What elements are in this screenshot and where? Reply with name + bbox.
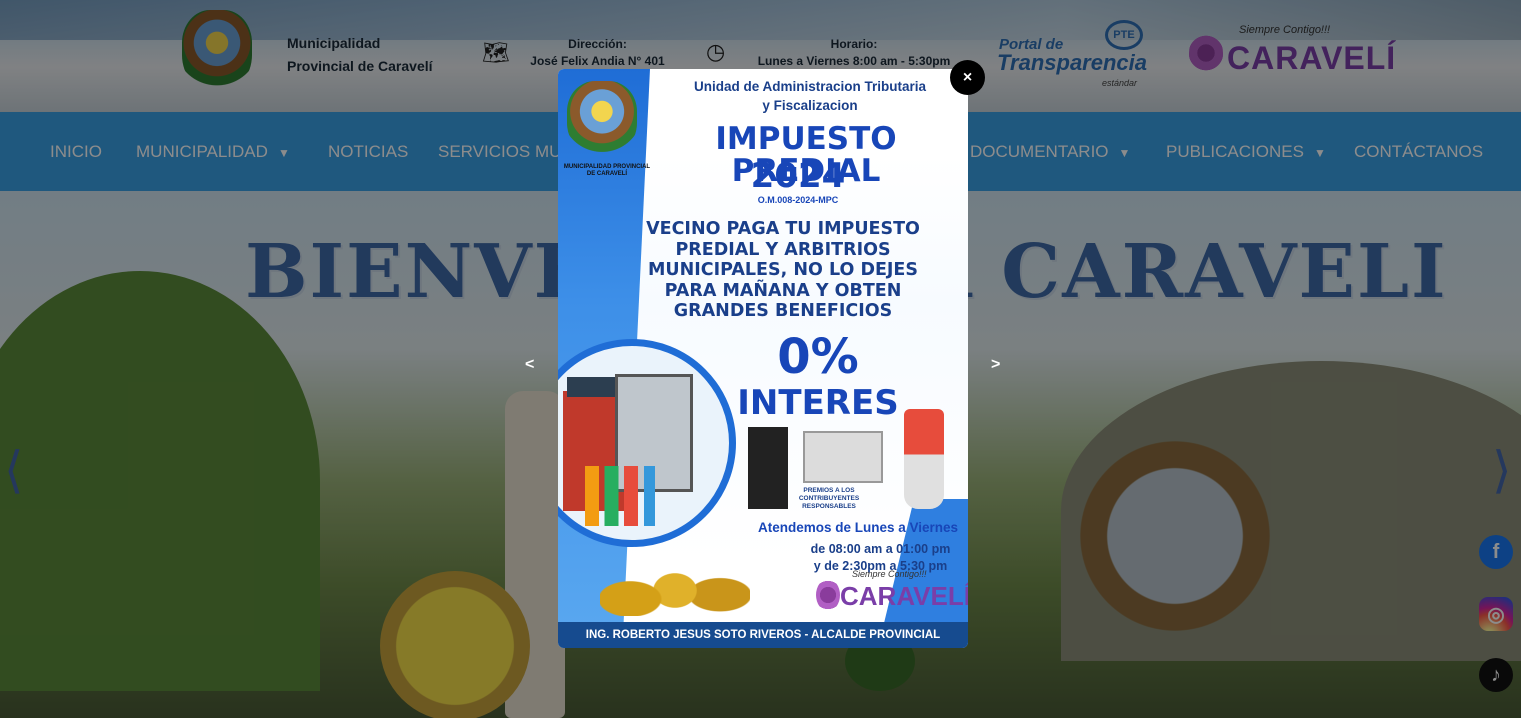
unit-line2: y Fiscalizacion (762, 98, 858, 113)
message-line2: PREDIAL Y ARBITRIOS (675, 239, 891, 260)
popup-attention: Atendemos de Lunes a Viernes (757, 520, 959, 535)
popup-caraveli-logo: Siempre Contigo!!! CARAVELÍ (810, 569, 968, 619)
popup-message: VECINO PAGA TU IMPUESTO PREDIAL Y ARBITR… (598, 219, 968, 322)
tax-announcement-popup: MUNICIPALIDAD PROVINCIAL DE CARAVELÍ Uni… (558, 69, 968, 648)
popup-house-calculator-image (558, 339, 736, 547)
popup-year: 2024 (750, 156, 846, 196)
popup-brand: CARAVELÍ (840, 581, 968, 611)
popup-ordinance: O.M.008-2024-MPC (757, 195, 839, 205)
popup-footer: ING. ROBERTO JESUS SOTO RIVEROS - ALCALD… (558, 622, 968, 648)
popup-tagline: Siempre Contigo!!! (852, 569, 927, 579)
popup-percent: 0% (777, 329, 859, 385)
popup-hours-line1: de 08:00 am a 01:00 pm (810, 542, 951, 556)
message-line3: MUNICIPALES, NO LO DEJES (647, 260, 918, 281)
popup-interest: INTERES (737, 383, 899, 423)
popup-crest-caption: MUNICIPALIDAD PROVINCIAL DE CARAVELÍ (563, 164, 651, 177)
popup-crest-logo (567, 81, 637, 157)
coins-houses-image (600, 531, 750, 616)
popup-prizes: PREMIOS A LOS CONTRIBUYENTES RESPONSABLE… (798, 487, 860, 510)
popup-prev-button[interactable]: < (525, 356, 534, 374)
blender-image (904, 409, 944, 509)
popup-unit: Unidad de Administracion Tributaria y Fi… (658, 77, 962, 115)
close-button[interactable]: × (950, 60, 985, 95)
message-line5: GRANDES BENEFICIOS (673, 301, 893, 322)
popup-next-button[interactable]: > (991, 356, 1000, 374)
stove-image (748, 427, 788, 509)
microwave-image (803, 431, 883, 483)
unit-line1: Unidad de Administracion Tributaria (693, 79, 927, 94)
grape-icon (816, 579, 840, 611)
message-line1: VECINO PAGA TU IMPUESTO (646, 219, 920, 239)
bar-graph-image (585, 466, 655, 526)
message-line4: PARA MAÑANA Y OBTEN (664, 280, 902, 301)
